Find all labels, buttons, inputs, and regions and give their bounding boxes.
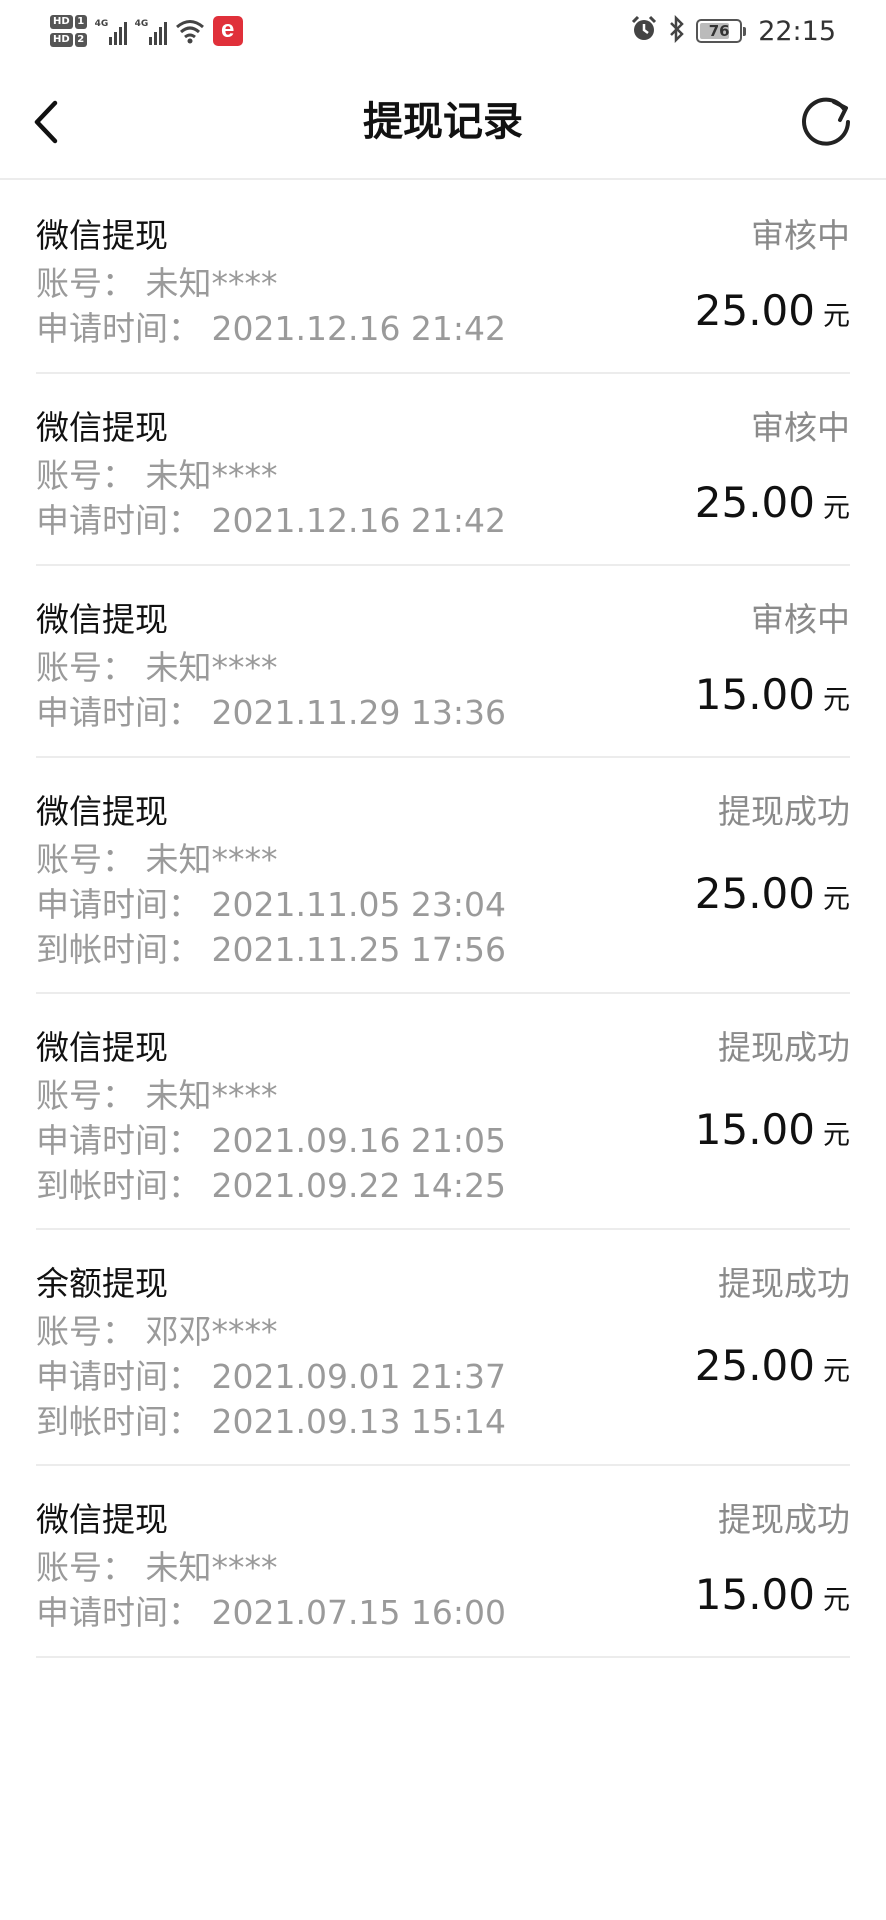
- withdrawal-record[interactable]: 微信提现 审核中账号： 未知**** 申请时间： 2021.12.16 21:42 2…: [36, 374, 850, 566]
- record-account: 账号： 未知****: [36, 456, 278, 495]
- record-account: 账号： 未知****: [36, 648, 278, 687]
- refresh-button[interactable]: [796, 92, 856, 152]
- amount-value: 15.00: [694, 1105, 815, 1154]
- withdrawal-record[interactable]: 微信提现 提现成功账号： 未知**** 申请时间： 2021.07.15 16:00…: [36, 1466, 850, 1658]
- record-arrival-time: 到帐时间： 2021.11.25 17:56: [36, 930, 507, 969]
- record-apply-time: 申请时间： 2021.09.16 21:05: [36, 1121, 507, 1160]
- record-status: 审核中: [751, 408, 850, 447]
- record-arrival-time: 到帐时间： 2021.09.13 15:14: [36, 1402, 507, 1441]
- alarm-icon: [630, 15, 658, 47]
- record-apply-time: 申请时间： 2021.11.05 23:04: [36, 885, 507, 924]
- amount-value: 25.00: [694, 1341, 815, 1390]
- record-type: 微信提现: [36, 600, 168, 639]
- amount-value: 25.00: [694, 478, 815, 527]
- status-bar-left: HD 1 HD 2 4G 4G e: [50, 6, 243, 56]
- record-account: 账号： 未知****: [36, 1548, 278, 1587]
- record-type: 微信提现: [36, 792, 168, 831]
- record-apply-time: 申请时间： 2021.09.01 21:37: [36, 1357, 507, 1396]
- record-type: 余额提现: [36, 1264, 168, 1303]
- withdrawal-record[interactable]: 微信提现 提现成功账号： 未知**** 申请时间： 2021.09.16 21:05…: [36, 994, 850, 1230]
- refresh-icon: [802, 97, 850, 146]
- network-type-1: 4G: [94, 19, 109, 29]
- withdrawal-record[interactable]: 微信提现 提现成功账号： 未知**** 申请时间： 2021.11.05 23:04…: [36, 758, 850, 994]
- record-status: 提现成功: [718, 1264, 850, 1303]
- record-amount: 25.00 元: [695, 868, 850, 920]
- hd2-label: HD: [50, 33, 73, 47]
- record-apply-time: 申请时间： 2021.07.15 16:00: [36, 1593, 507, 1632]
- withdrawal-record-list: 微信提现 审核中 账号： 未知**** 申请时间： 2021.12.16 21:42 2…: [36, 182, 850, 1658]
- record-account: 账号： 未知****: [36, 1076, 278, 1115]
- amount-unit: 元: [823, 884, 850, 915]
- record-status: 提现成功: [718, 1028, 850, 1067]
- amount-unit: 元: [823, 301, 850, 332]
- hd1-number: 1: [74, 15, 87, 29]
- hd2-number: 2: [74, 33, 87, 47]
- record-account: 账号： 未知****: [36, 264, 278, 303]
- amount-unit: 元: [823, 1585, 850, 1616]
- page-title: 提现记录: [363, 99, 523, 145]
- record-type: 微信提现: [36, 1500, 168, 1539]
- bluetooth-icon: [668, 14, 686, 47]
- hd1-badge: HD 1: [50, 15, 87, 29]
- record-apply-time: 申请时间： 2021.12.16 21:42: [36, 501, 507, 540]
- record-status: 审核中: [751, 216, 850, 255]
- status-time: 22:15: [758, 15, 836, 47]
- battery-level: 76: [708, 22, 730, 40]
- record-apply-time: 申请时间： 2021.12.16 21:42: [36, 309, 507, 348]
- app-notification-icon: e: [212, 16, 243, 46]
- record-status: 提现成功: [718, 1500, 850, 1539]
- hd2-badge: HD 2: [50, 33, 87, 47]
- record-type: 微信提现: [36, 216, 168, 255]
- hd-indicators: HD 1 HD 2: [50, 15, 87, 47]
- amount-value: 15.00: [694, 670, 815, 719]
- record-amount: 25.00 元: [695, 477, 850, 529]
- record-amount: 15.00 元: [695, 1104, 850, 1156]
- header: 提现记录: [0, 62, 886, 180]
- amount-unit: 元: [823, 1120, 850, 1151]
- withdrawal-record[interactable]: 微信提现 审核中账号： 未知**** 申请时间： 2021.12.16 21:42 2…: [36, 182, 850, 374]
- record-amount: 15.00 元: [695, 669, 850, 721]
- record-type: 微信提现: [36, 408, 168, 447]
- amount-unit: 元: [823, 685, 850, 716]
- withdrawal-record[interactable]: 微信提现 审核中账号： 未知**** 申请时间： 2021.11.29 13:36 1…: [36, 566, 850, 758]
- signal-icon: 4G: [95, 17, 127, 45]
- record-amount: 25.00 元: [695, 1340, 850, 1392]
- hd1-label: HD: [50, 15, 73, 29]
- record-type: 微信提现: [36, 1028, 168, 1067]
- withdrawal-record[interactable]: 余额提现 提现成功账号： 邓邓**** 申请时间： 2021.09.01 21:37…: [36, 1230, 850, 1466]
- record-amount: 25.00 元: [695, 285, 850, 337]
- battery-icon: 76: [696, 19, 747, 43]
- record-amount: 15.00 元: [695, 1569, 850, 1621]
- record-status: 审核中: [751, 600, 850, 639]
- amount-unit: 元: [823, 493, 850, 524]
- record-status: 提现成功: [718, 792, 850, 831]
- status-bar-right: 76 22:15: [630, 10, 836, 52]
- record-account: 账号： 未知****: [36, 840, 278, 879]
- network-type-2: 4G: [134, 19, 149, 29]
- signal-icon: 4G: [135, 17, 167, 45]
- amount-unit: 元: [823, 1356, 850, 1387]
- amount-value: 25.00: [694, 286, 815, 335]
- wifi-icon: [175, 18, 205, 44]
- status-bar: HD 1 HD 2 4G 4G e 76 22:15: [0, 0, 886, 62]
- amount-value: 25.00: [694, 869, 815, 918]
- record-account: 账号： 邓邓****: [36, 1312, 278, 1351]
- amount-value: 15.00: [694, 1570, 815, 1619]
- record-apply-time: 申请时间： 2021.11.29 13:36: [36, 693, 507, 732]
- record-arrival-time: 到帐时间： 2021.09.22 14:25: [36, 1166, 507, 1205]
